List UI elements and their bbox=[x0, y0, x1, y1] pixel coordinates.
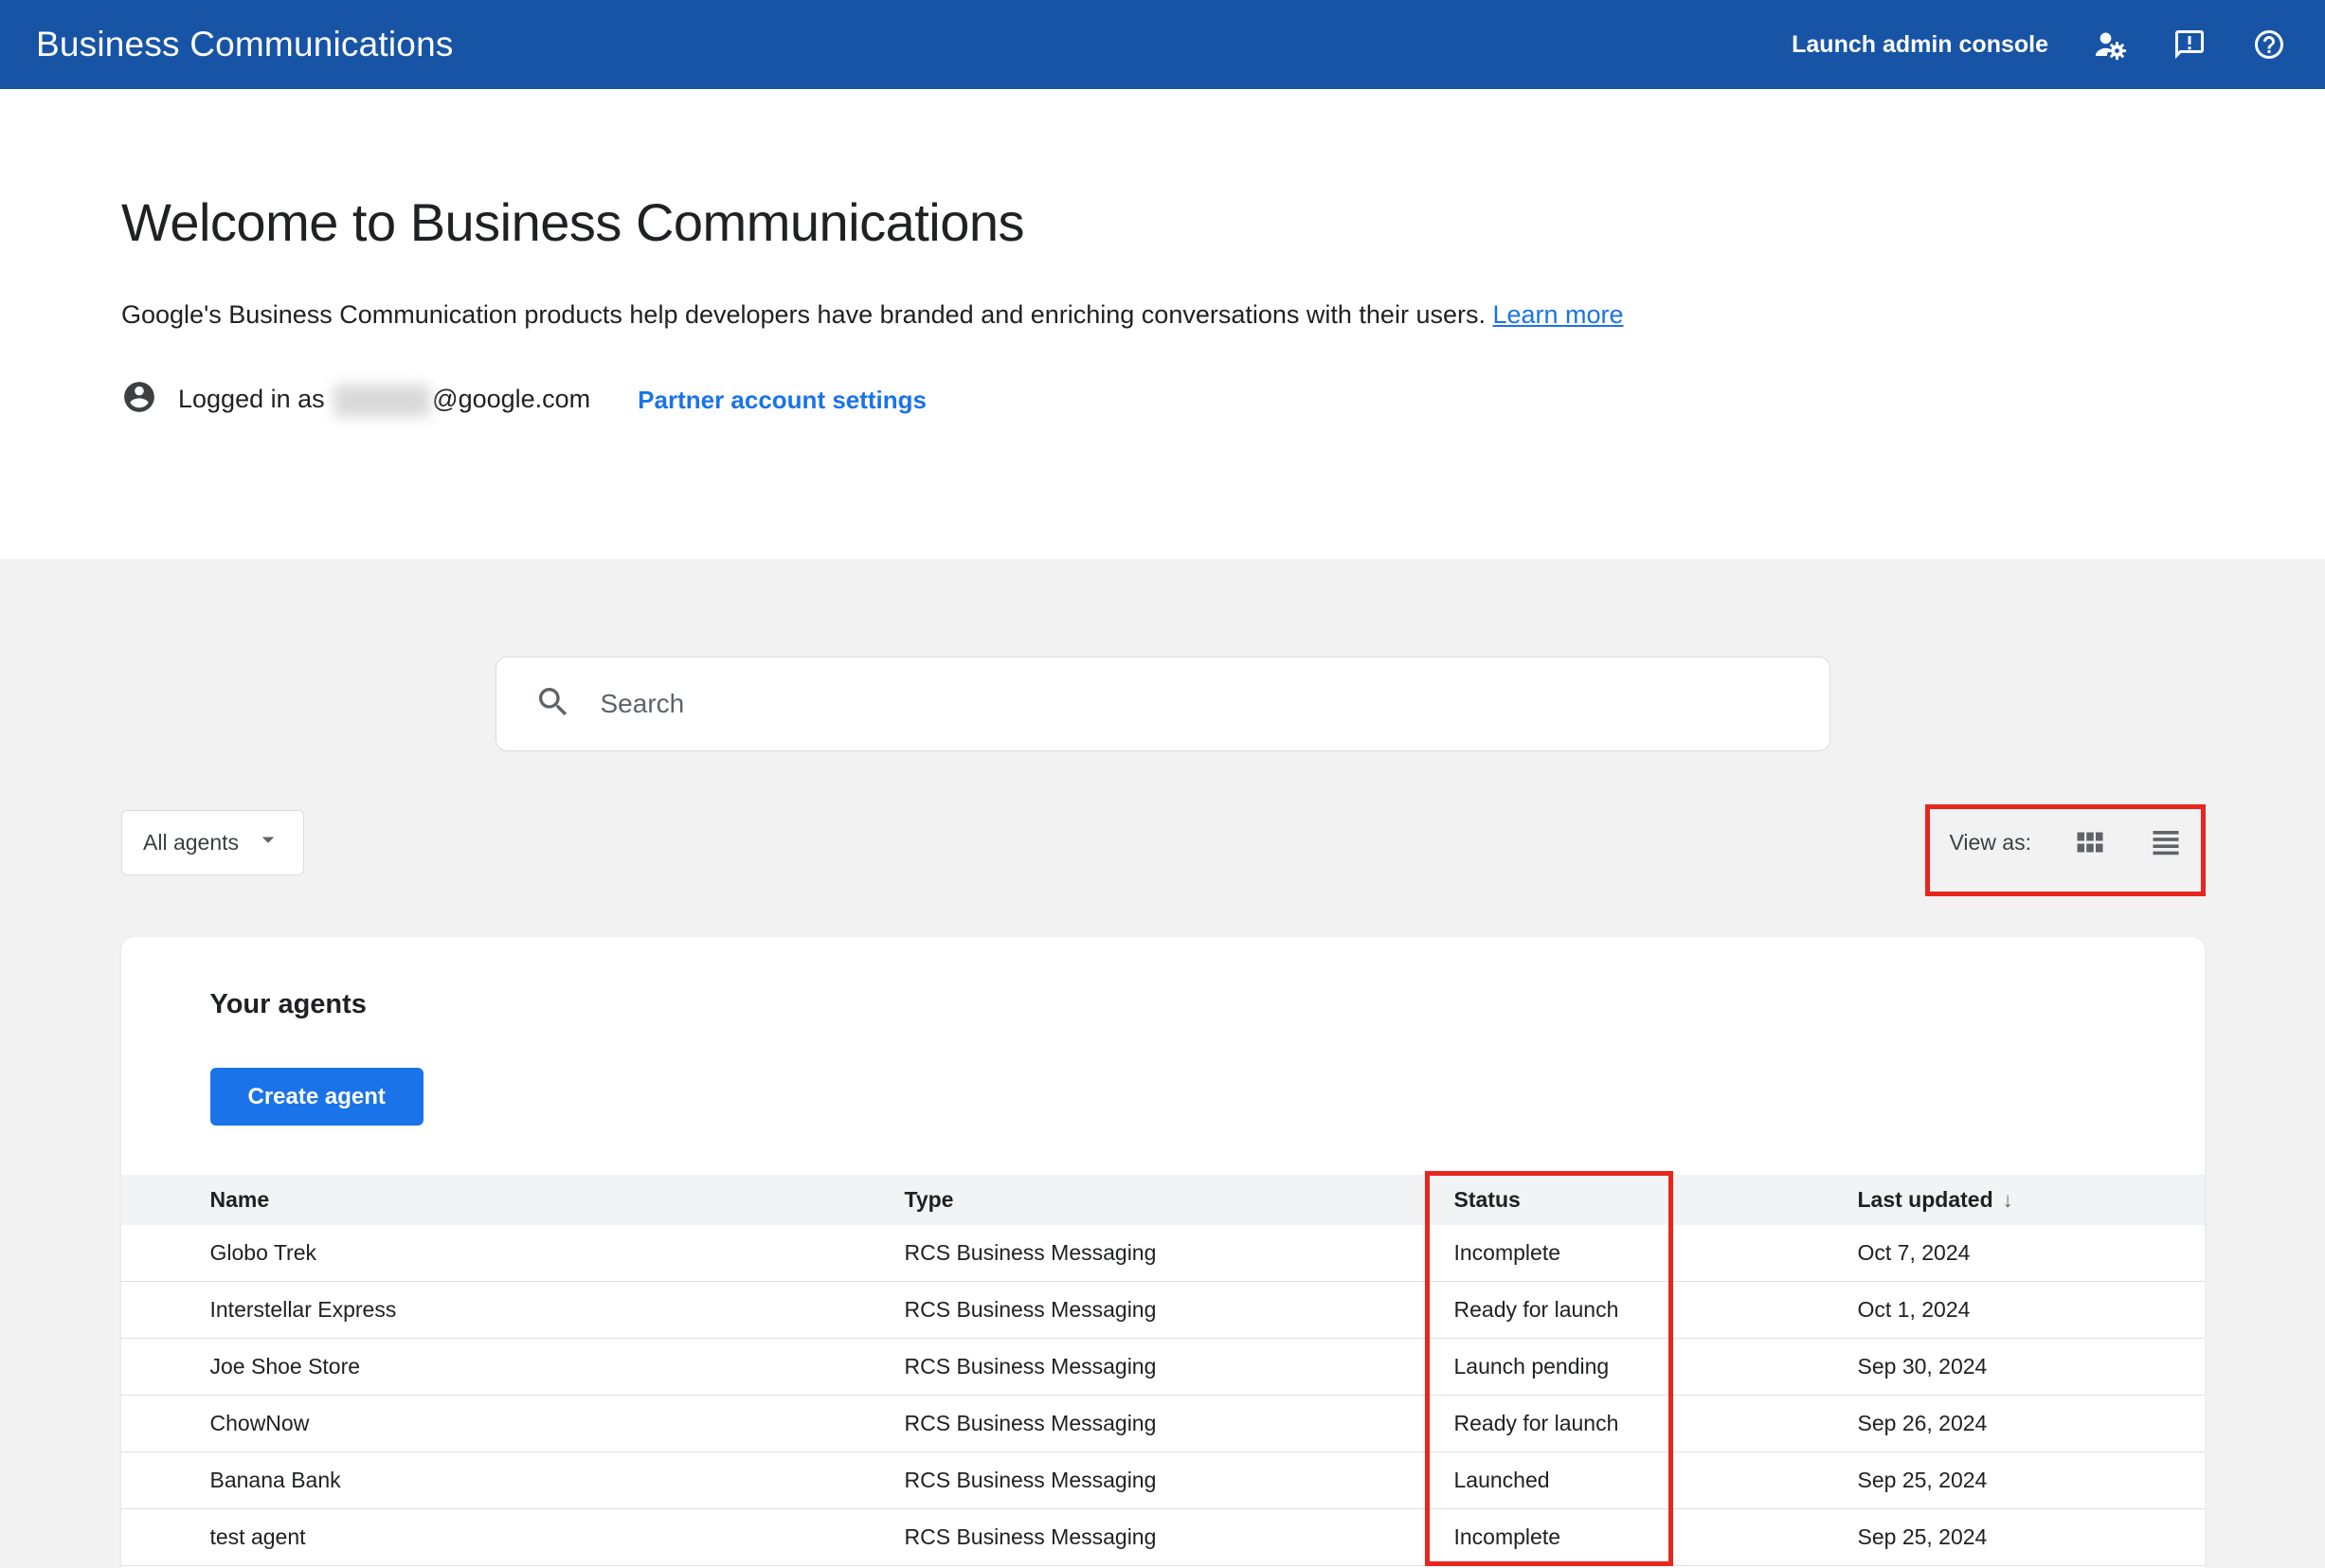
column-header-status[interactable]: Status bbox=[1454, 1187, 1858, 1213]
column-header-last-updated-label: Last updated bbox=[1857, 1187, 1993, 1212]
view-as-label: View as: bbox=[1949, 829, 2031, 855]
cell-status: Launched bbox=[1453, 1468, 1550, 1492]
cell-last-updated: Sep 25, 2024 bbox=[1857, 1524, 1988, 1549]
partner-account-settings-link[interactable]: Partner account settings bbox=[638, 386, 927, 415]
search-input[interactable] bbox=[600, 689, 1792, 719]
cell-last-updated: Oct 1, 2024 bbox=[1857, 1297, 1971, 1322]
cell-name: Joe Shoe Store bbox=[209, 1354, 361, 1379]
sort-descending-icon: ↓ bbox=[2002, 1187, 2013, 1212]
launch-admin-console-link[interactable]: Launch admin console bbox=[1792, 31, 2048, 59]
chevron-down-icon bbox=[254, 825, 282, 859]
your-agents-title: Your agents bbox=[209, 989, 367, 1019]
create-agent-button[interactable]: Create agent bbox=[209, 1068, 424, 1126]
logged-in-text: Logged in as @google.com bbox=[178, 384, 591, 417]
cell-type: RCS Business Messaging bbox=[904, 1297, 1157, 1322]
app-header: Business Communications Launch admin con… bbox=[0, 0, 2325, 89]
search-icon bbox=[534, 683, 572, 726]
logged-in-row: Logged in as @google.com Partner account… bbox=[121, 379, 2325, 422]
app-header-actions: Launch admin console bbox=[1792, 27, 2287, 63]
cell-status: Incomplete bbox=[1453, 1240, 1561, 1265]
table-row[interactable]: test agent RCS Business Messaging Incomp… bbox=[120, 1509, 2205, 1566]
welcome-description-text: Google's Business Communication products… bbox=[121, 300, 1486, 329]
cell-status: Ready for launch bbox=[1453, 1297, 1619, 1322]
table-row[interactable]: Globo Trek RCS Business Messaging Incomp… bbox=[120, 1225, 2205, 1282]
column-header-last-updated[interactable]: Last updated ↓ bbox=[1858, 1187, 2205, 1213]
agents-table-body: Globo Trek RCS Business Messaging Incomp… bbox=[120, 1225, 2205, 1566]
app-title: Business Communications bbox=[36, 25, 454, 63]
cell-last-updated: Sep 25, 2024 bbox=[1857, 1468, 1988, 1492]
cell-name: Banana Bank bbox=[209, 1468, 341, 1492]
cell-status: Ready for launch bbox=[1453, 1411, 1619, 1435]
learn-more-link[interactable]: Learn more bbox=[1492, 300, 1623, 329]
agents-table: Name Type Status Last updated ↓ Globo Tr… bbox=[120, 1175, 2205, 1566]
agents-table-header: Name Type Status Last updated ↓ bbox=[120, 1175, 2205, 1225]
cell-status: Incomplete bbox=[1453, 1524, 1561, 1549]
agent-filter-label: All agents bbox=[143, 829, 240, 855]
cell-type: RCS Business Messaging bbox=[904, 1411, 1157, 1435]
account-avatar-icon bbox=[121, 379, 157, 422]
your-agents-card: Your agents Create agent Name Type Statu… bbox=[120, 937, 2205, 1568]
cell-type: RCS Business Messaging bbox=[904, 1524, 1157, 1549]
column-header-name[interactable]: Name bbox=[121, 1187, 905, 1213]
page-title: Welcome to Business Communications bbox=[121, 192, 1025, 252]
help-icon[interactable] bbox=[2251, 27, 2287, 63]
manage-accounts-icon[interactable] bbox=[2092, 27, 2128, 63]
view-as-group: View as: bbox=[1949, 825, 2183, 859]
logged-in-suffix: @google.com bbox=[432, 384, 591, 413]
agents-toolbar: All agents View as: bbox=[0, 809, 2325, 875]
feedback-icon[interactable] bbox=[2172, 27, 2208, 63]
logged-in-prefix: Logged in as bbox=[178, 384, 325, 413]
welcome-section: Welcome to Business Communications Googl… bbox=[0, 89, 2325, 559]
cell-name: Globo Trek bbox=[209, 1240, 317, 1265]
cell-status: Launch pending bbox=[1453, 1354, 1610, 1379]
cell-name: Interstellar Express bbox=[209, 1297, 397, 1322]
table-row[interactable]: Interstellar Express RCS Business Messag… bbox=[120, 1282, 2205, 1339]
cell-type: RCS Business Messaging bbox=[904, 1468, 1157, 1492]
cell-last-updated: Sep 26, 2024 bbox=[1857, 1411, 1988, 1435]
column-header-type[interactable]: Type bbox=[905, 1187, 1454, 1213]
table-row[interactable]: Joe Shoe Store RCS Business Messaging La… bbox=[120, 1339, 2205, 1396]
agent-filter-dropdown[interactable]: All agents bbox=[121, 809, 305, 875]
grid-view-icon[interactable] bbox=[2073, 825, 2107, 859]
agents-workspace: All agents View as: Your agents C bbox=[0, 559, 2325, 1568]
table-row[interactable]: ChowNow RCS Business Messaging Ready for… bbox=[120, 1396, 2205, 1452]
cell-type: RCS Business Messaging bbox=[904, 1240, 1157, 1265]
cell-type: RCS Business Messaging bbox=[904, 1354, 1157, 1379]
search-box[interactable] bbox=[495, 657, 1830, 751]
list-view-icon[interactable] bbox=[2149, 825, 2183, 859]
cell-last-updated: Sep 30, 2024 bbox=[1857, 1354, 1988, 1379]
welcome-description: Google's Business Communication products… bbox=[121, 300, 2325, 330]
redacted-username bbox=[333, 384, 431, 417]
table-row[interactable]: Banana Bank RCS Business Messaging Launc… bbox=[120, 1452, 2205, 1509]
cell-name: ChowNow bbox=[209, 1411, 310, 1435]
cell-name: test agent bbox=[209, 1524, 306, 1549]
cell-last-updated: Oct 7, 2024 bbox=[1857, 1240, 1971, 1265]
